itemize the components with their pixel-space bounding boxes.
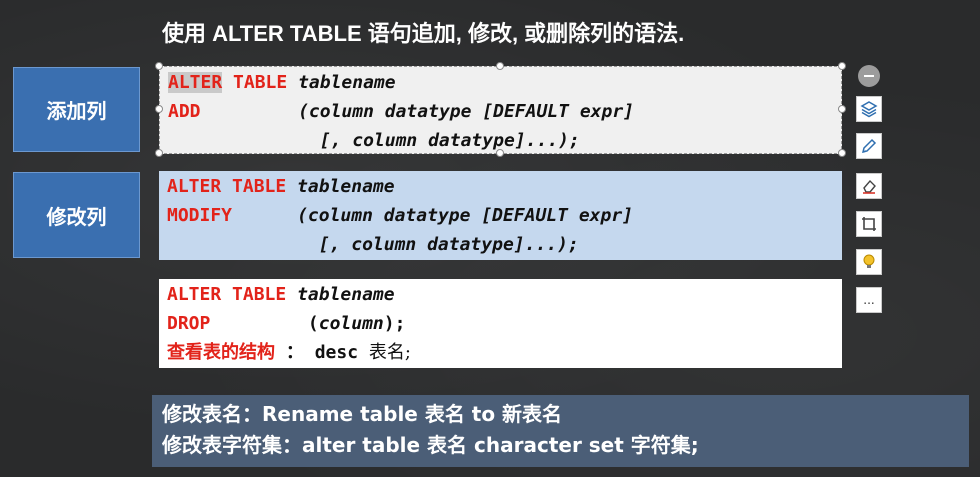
modify-line-2: MODIFY (column datatype [DEFAULT expr] — [167, 201, 834, 230]
label-colon: ： — [285, 342, 304, 363]
desc-keyword: desc — [314, 342, 359, 363]
resize-handle-top[interactable] — [496, 62, 504, 70]
crop-icon[interactable] — [856, 211, 882, 237]
resize-handle-top-left[interactable] — [155, 62, 163, 70]
modify-column-more: [, column datatype]...); — [318, 234, 579, 255]
eraser-icon[interactable] — [856, 173, 882, 199]
drop-line-1: ALTER TABLE tablename — [167, 280, 834, 309]
resize-handle-top-right[interactable] — [838, 62, 846, 70]
resize-handle-bottom-right[interactable] — [838, 149, 846, 157]
add-line-1: ALTER TABLE tablename — [168, 68, 833, 97]
slide-title: 使用 ALTER TABLE 语句追加, 修改, 或删除列的语法. — [162, 21, 685, 46]
add-column-def: (column datatype [DEFAULT expr] — [298, 101, 635, 122]
paren-open: ( — [307, 313, 319, 334]
add-column-tag: 添加列 — [13, 67, 140, 152]
paren-close: ); — [383, 313, 406, 334]
add-column-more: [, column datatype]...); — [319, 130, 580, 151]
keyword-alter-table: ALTER TABLE — [167, 284, 287, 305]
lightbulb-icon[interactable] — [856, 249, 882, 275]
layers-icon[interactable] — [856, 96, 882, 122]
more-icon[interactable]: ... — [856, 287, 882, 313]
rename-table-note: 修改表名：Rename table 表名 to 新表名 — [162, 402, 563, 426]
more-label: ... — [863, 293, 875, 307]
modify-line-1: ALTER TABLE tablename — [167, 172, 834, 201]
minus-icon[interactable] — [858, 65, 880, 87]
charset-note: 修改表字符集：alter table 表名 character set 字符集; — [162, 433, 699, 457]
tablename-placeholder: tablename — [297, 284, 395, 305]
keyword-add: ADD — [168, 101, 201, 122]
resize-handle-bottom[interactable] — [496, 149, 504, 157]
resize-handle-bottom-left[interactable] — [155, 149, 163, 157]
resize-handle-right[interactable] — [838, 105, 846, 113]
modify-column-tag: 修改列 — [13, 172, 140, 258]
modify-line-3: [, column datatype]...); — [167, 230, 834, 259]
tablename-placeholder: tablename — [297, 176, 395, 197]
resize-handle-left[interactable] — [155, 105, 163, 113]
keyword-modify: MODIFY — [167, 205, 233, 226]
add-line-2: ADD (column datatype [DEFAULT expr] — [168, 97, 833, 126]
keyword-table: TABLE — [233, 72, 288, 93]
tablename-placeholder: tablename — [298, 72, 396, 93]
drop-syntax-box: ALTER TABLE tablename DROP (column); 查看表… — [159, 279, 842, 368]
drop-line-3: 查看表的结构 ： desc 表名; — [167, 338, 834, 367]
drop-line-2: DROP (column); — [167, 309, 834, 338]
add-syntax-box[interactable]: ALTER TABLE tablename ADD (column dataty… — [159, 66, 842, 154]
column-placeholder: column — [318, 313, 384, 334]
modify-syntax-box: ALTER TABLE tablename MODIFY (column dat… — [159, 171, 842, 260]
keyword-drop: DROP — [167, 313, 211, 334]
desc-argument: 表名; — [368, 342, 411, 363]
keyword-alter: ALTER — [168, 72, 223, 93]
view-structure-label: 查看表的结构 — [167, 342, 275, 363]
pen-icon[interactable] — [856, 133, 882, 159]
modify-column-def: (column datatype [DEFAULT expr] — [297, 205, 634, 226]
footer-notes: 修改表名：Rename table 表名 to 新表名 修改表字符集：alter… — [152, 395, 969, 467]
keyword-alter-table: ALTER TABLE — [167, 176, 287, 197]
